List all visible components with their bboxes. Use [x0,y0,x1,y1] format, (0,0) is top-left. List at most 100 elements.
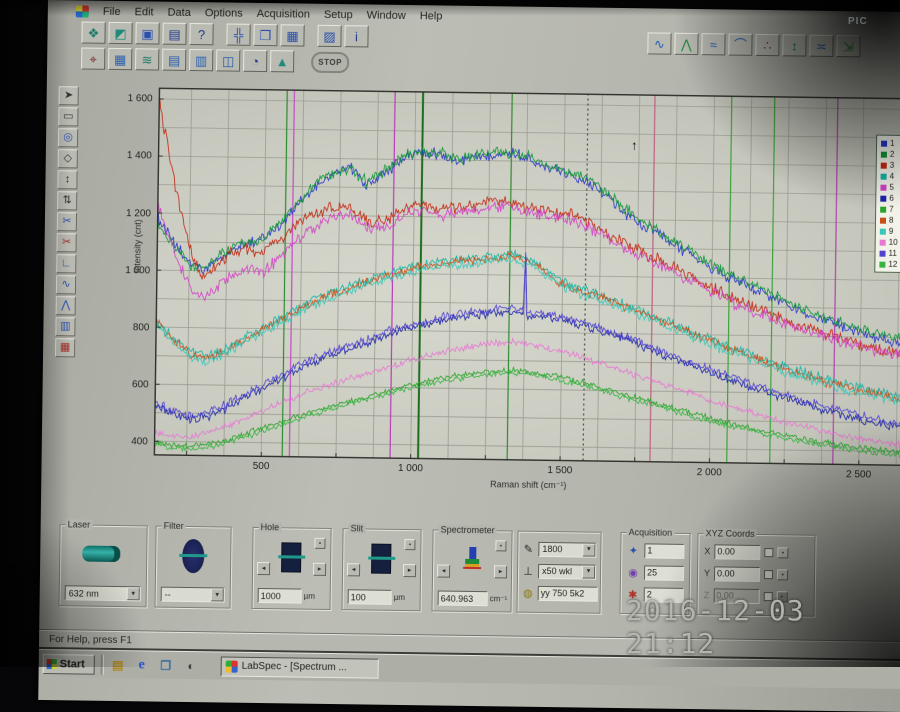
start-button[interactable]: Start [43,653,95,674]
scatter-icon[interactable]: ∴ [755,34,779,56]
objective-select[interactable]: x50 wkl ▼ [538,563,596,579]
detector-input[interactable] [538,585,598,601]
dropdown-arrow-icon[interactable]: ▼ [211,588,224,601]
slit-option-button[interactable]: ▪ [404,539,415,550]
zoom-icon[interactable]: ⌖ [81,47,105,69]
image-icon[interactable]: ▨ [317,25,341,47]
slit-decrease-button[interactable]: ◂ [347,563,360,576]
help-pointer-icon[interactable]: ? [189,23,213,45]
cursor-marker-line[interactable] [650,94,655,462]
legend-entry[interactable]: 9 [880,226,900,237]
compare-icon[interactable]: ≍ [809,35,833,57]
diamond-tool-icon[interactable]: ◇ [58,149,78,168]
legend-entry[interactable]: 3 [881,160,900,171]
legend-entry[interactable]: 2 [881,149,900,160]
grid-red-icon[interactable]: ▦ [55,338,75,357]
x-go-button[interactable]: ▪ [777,547,788,558]
cut-red-icon[interactable]: ✂ [56,233,76,252]
map-grid-icon[interactable]: ▦ [108,48,132,70]
hole-increase-button[interactable]: ▸ [313,563,326,576]
hole-decrease-button[interactable]: ◂ [257,562,270,575]
menu-window[interactable]: Window [361,8,412,23]
axes-tool-icon[interactable]: ∟ [56,254,76,273]
menu-acquisition[interactable]: Acquisition [251,6,316,21]
cut-blue-icon[interactable]: ✂ [57,212,77,231]
window-cascade-icon[interactable]: ❒ [253,24,277,46]
slit-value-input[interactable] [348,589,392,605]
swap-tool-icon[interactable]: ⇅ [57,191,77,210]
table-icon[interactable]: ▤ [162,49,186,71]
new-icon[interactable]: ❖ [81,21,105,43]
slit-increase-button[interactable]: ▸ [403,564,416,577]
hole-value-input[interactable] [258,588,302,604]
x-coord-input[interactable] [714,544,760,560]
filter-select[interactable]: -- ▼ [161,587,225,603]
legend-entry[interactable]: 11 [879,248,900,259]
smooth-icon[interactable]: ≋ [135,48,159,70]
menu-file[interactable]: File [97,4,127,18]
legend-entry[interactable]: 5 [880,182,900,193]
video-icon[interactable]: ◫ [216,49,240,71]
save-icon[interactable]: ▣ [135,22,159,44]
window-split-icon[interactable]: ╬ [226,23,250,45]
cursor-marker-line[interactable] [583,94,588,462]
updown-tool-icon[interactable]: ↕ [57,170,77,189]
legend-entry[interactable]: 7 [880,204,900,215]
show-desktop-icon[interactable]: ▤ [109,655,127,673]
windows-explorer-icon[interactable]: ❒ [157,656,175,674]
spectrometer-decrease-button[interactable]: ◂ [437,564,450,577]
browser-icon[interactable]: e [133,656,151,674]
dropdown-arrow-icon[interactable]: ▼ [127,587,140,600]
curve-tool-icon[interactable]: ∿ [56,275,76,294]
app-icon[interactable] [76,5,89,17]
volume-icon[interactable]: ◖ [181,656,199,674]
legend-entry[interactable]: 6 [880,193,900,204]
x-lock-checkbox[interactable] [764,548,773,557]
bars-tool-icon[interactable]: ▥ [55,317,75,336]
hole-option-button[interactable]: ▪ [314,538,325,549]
matrix-icon[interactable]: ▥ [189,49,213,71]
y-go-button[interactable]: ▪ [777,569,788,580]
laser-select[interactable]: 632 nm ▼ [65,585,141,601]
dropdown-arrow-icon[interactable]: ▼ [582,565,595,578]
frame-tool-icon[interactable]: ▭ [58,107,78,126]
spectrometer-option-button[interactable]: ▪ [495,540,506,551]
y-lock-checkbox[interactable] [764,570,773,579]
open-icon[interactable]: ◩ [108,22,132,44]
legend-entry[interactable]: 8 [880,215,900,226]
hole-slider-icon[interactable] [281,542,301,572]
spectrometer-position-input[interactable] [438,590,488,606]
pointer-tool-icon[interactable]: ➤ [59,86,79,105]
menu-data[interactable]: Data [161,5,196,19]
normalize-icon[interactable]: ↕ [782,34,806,56]
print-icon[interactable]: ▤ [162,23,186,45]
export-icon[interactable]: ⇲ [836,35,860,57]
zoom-tool-icon[interactable]: ◎ [58,128,78,147]
accumulation-input[interactable] [644,565,684,581]
info-icon[interactable]: i [344,25,368,47]
chart-legend[interactable]: 123456789101112 [874,135,900,274]
plot-area[interactable]: ↑ [154,88,900,466]
cone-icon[interactable]: ▲ [270,50,294,72]
dropdown-arrow-icon[interactable]: ▼ [582,543,595,556]
labspec-task-button[interactable]: LabSpec - [Spectrum ... [221,656,379,678]
spectrometer-increase-button[interactable]: ▸ [494,565,507,578]
cursor-marker-line[interactable] [507,92,512,460]
legend-entry[interactable]: 1 [881,138,900,149]
cursor-marker-line[interactable] [770,96,775,464]
legend-entry[interactable]: 12 [879,259,900,270]
overlay-icon[interactable]: ≈ [701,33,725,55]
cursor-marker-line[interactable] [289,89,294,457]
y-coord-input[interactable] [714,566,760,582]
menu-help[interactable]: Help [414,9,449,23]
spectrum-view-icon[interactable]: ∿ [647,32,671,54]
peak-label-icon[interactable]: ⋀ [674,33,698,55]
cursor-marker-line[interactable] [418,91,423,459]
menu-setup[interactable]: Setup [318,7,359,22]
legend-entry[interactable]: 4 [881,171,900,182]
baseline-icon[interactable]: ⌒ [728,34,752,56]
acquisition-time-input[interactable] [644,543,684,559]
peaks-tool-icon[interactable]: ⋀ [56,296,76,315]
grating-select[interactable]: 1800 ▼ [538,541,596,557]
detector-icon[interactable]: ◔ [243,50,267,72]
